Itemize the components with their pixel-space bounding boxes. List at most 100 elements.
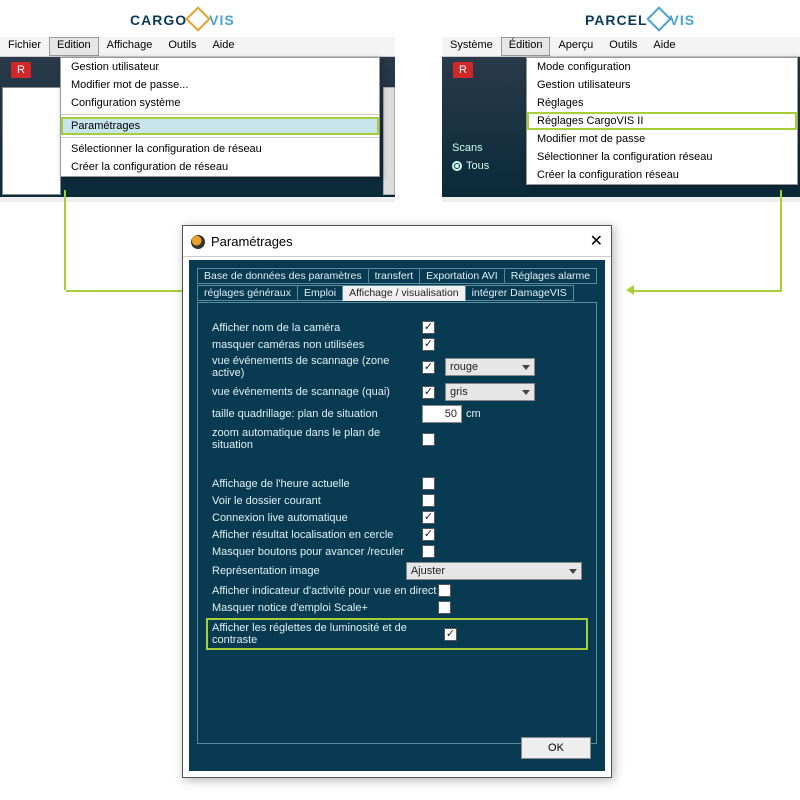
menu-fichier[interactable]: Fichier	[0, 37, 49, 56]
dd-item[interactable]: Mode configuration	[527, 58, 797, 76]
checkbox[interactable]	[444, 628, 457, 641]
tab[interactable]: Base de données des paramètres	[197, 268, 369, 284]
parcelvis-logo: PARCELVIS	[585, 10, 695, 28]
lbl: masquer caméras non utilisées	[212, 339, 422, 351]
chevron-down-icon	[522, 390, 530, 395]
close-icon[interactable]: ✕	[590, 231, 603, 251]
menu-edition-r[interactable]: Édition	[501, 37, 551, 56]
scans-label: Scans	[452, 142, 489, 154]
checkbox[interactable]	[422, 433, 435, 446]
dd-item[interactable]: Modifier mot de passe	[527, 130, 797, 148]
scrollbar[interactable]	[383, 87, 395, 195]
checkbox[interactable]	[438, 584, 451, 597]
ok-label: OK	[548, 742, 564, 754]
cube-icon	[646, 6, 671, 31]
logo-right-text-a: PARCEL	[585, 12, 648, 28]
r-badge: R	[11, 62, 31, 78]
menubar-right: Système Édition Aperçu Outils Aide	[442, 37, 800, 57]
tab-affichage-visualisation[interactable]: Affichage / visualisation	[342, 285, 466, 301]
chevron-down-icon	[569, 569, 577, 574]
dd-item[interactable]: Sélectionner la configuration de réseau	[61, 140, 379, 158]
logo-left-text-b: VIS	[209, 12, 235, 28]
dd-item[interactable]: Gestion utilisateurs	[527, 76, 797, 94]
lbl: Afficher résultat localisation en cercle	[212, 529, 422, 541]
lbl: Masquer boutons pour avancer /reculer	[212, 546, 422, 558]
connector-left	[64, 190, 66, 290]
dd-item-reglages-cargovis[interactable]: Réglages CargoVIS II	[527, 112, 797, 130]
radio-label: Tous	[466, 160, 489, 172]
menu-affichage[interactable]: Affichage	[99, 37, 161, 56]
tab[interactable]: Réglages alarme	[504, 268, 597, 284]
menu-apercu[interactable]: Aperçu	[550, 37, 601, 56]
dd-item[interactable]: Créer la configuration réseau	[527, 166, 797, 184]
r-badge: R	[453, 62, 473, 78]
combo-box[interactable]	[2, 87, 61, 195]
tabpanel: Afficher nom de la caméra masquer caméra…	[197, 302, 597, 744]
tab[interactable]: intégrer DamageVIS	[465, 285, 574, 301]
lbl: Masquer notice d'emploi Scale+	[212, 602, 438, 614]
checkbox[interactable]	[438, 601, 451, 614]
lbl: Voir le dossier courant	[212, 495, 422, 507]
dd-item[interactable]: Gestion utilisateur	[61, 58, 379, 76]
dd-item[interactable]: Sélectionner la configuration réseau	[527, 148, 797, 166]
dialog-body: Base de données des paramètres transfert…	[189, 260, 605, 771]
lbl: Connexion live automatique	[212, 512, 422, 524]
unit-label: cm	[466, 408, 481, 420]
lbl: taille quadrillage: plan de situation	[212, 408, 422, 420]
numvalue: 50	[445, 408, 457, 420]
checkbox[interactable]	[422, 545, 435, 558]
lbl: Afficher indicateur d'activité pour vue …	[212, 585, 438, 597]
edition-dropdown-right: Mode configuration Gestion utilisateurs …	[526, 57, 798, 185]
color-select-dock[interactable]: gris	[445, 383, 535, 401]
image-representation-select[interactable]: Ajuster	[406, 562, 582, 580]
tab[interactable]: Emploi	[297, 285, 343, 301]
radio-icon	[452, 161, 462, 171]
lbl: Afficher les réglettes de luminosité et …	[212, 622, 444, 646]
menu-aide-r[interactable]: Aide	[645, 37, 683, 56]
lbl: vue événements de scannage (quai)	[212, 386, 422, 398]
grid-size-input[interactable]: 50	[422, 405, 462, 423]
lbl: zoom automatique dans le plan de situati…	[212, 427, 422, 451]
checkbox[interactable]	[422, 528, 435, 541]
dd-item-parametrages[interactable]: Paramétrages	[61, 117, 379, 135]
checkbox[interactable]	[422, 386, 435, 399]
select-value: gris	[450, 386, 468, 398]
menu-edition[interactable]: Edition	[49, 37, 99, 56]
checkbox[interactable]	[422, 321, 435, 334]
dd-item[interactable]: Créer la configuration de réseau	[61, 158, 379, 176]
tab[interactable]: transfert	[368, 268, 421, 284]
parametrages-dialog: Paramétrages ✕ Base de données des param…	[182, 225, 612, 778]
menu-outils-r[interactable]: Outils	[601, 37, 645, 56]
tab[interactable]: réglages généraux	[197, 285, 298, 301]
scans-panel: Scans Tous	[452, 142, 489, 172]
radio-tous[interactable]: Tous	[452, 160, 489, 172]
dd-item[interactable]: Réglages	[527, 94, 797, 112]
chevron-down-icon	[522, 365, 530, 370]
titlebar[interactable]: Paramétrages ✕	[183, 226, 611, 257]
separator	[61, 114, 379, 115]
cube-icon	[185, 6, 210, 31]
color-select-active[interactable]: rouge	[445, 358, 535, 376]
arrowhead-icon	[626, 285, 634, 295]
lbl: vue événements de scannage (zone active)	[212, 355, 422, 379]
menu-systeme[interactable]: Système	[442, 37, 501, 56]
dialog-title: Paramétrages	[211, 234, 293, 249]
select-value: Ajuster	[411, 565, 445, 577]
dd-item[interactable]: Configuration système	[61, 94, 379, 112]
checkbox[interactable]	[422, 511, 435, 524]
checkbox[interactable]	[422, 477, 435, 490]
separator	[61, 137, 379, 138]
dd-item[interactable]: Modifier mot de passe...	[61, 76, 379, 94]
lbl: Affichage de l'heure actuelle	[212, 478, 422, 490]
edition-dropdown-left: Gestion utilisateur Modifier mot de pass…	[60, 57, 380, 177]
select-value: rouge	[450, 361, 478, 373]
tab[interactable]: Exportation AVI	[419, 268, 505, 284]
checkbox[interactable]	[422, 361, 435, 374]
tabs-row1: Base de données des paramètres transfert…	[197, 268, 597, 283]
checkbox[interactable]	[422, 338, 435, 351]
checkbox[interactable]	[422, 494, 435, 507]
menu-aide[interactable]: Aide	[204, 37, 242, 56]
menu-outils[interactable]: Outils	[160, 37, 204, 56]
ok-button[interactable]: OK	[521, 737, 591, 759]
cargovis-logo: CARGOVIS	[130, 10, 235, 28]
